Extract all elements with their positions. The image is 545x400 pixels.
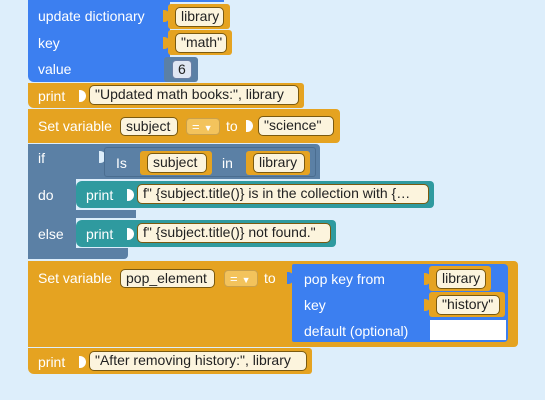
print-label: print: [86, 226, 114, 242]
print-label: print: [38, 88, 66, 104]
variable-name-field[interactable]: pop_element: [120, 269, 215, 288]
print-label: print: [38, 354, 66, 370]
subject-var-field[interactable]: subject: [147, 153, 207, 173]
operator-dropdown[interactable]: = ▼: [186, 118, 220, 135]
number-field[interactable]: 6: [172, 60, 192, 79]
chevron-down-icon: ▼: [241, 275, 251, 285]
set-variable-label: Set variable: [38, 270, 112, 286]
value-text-field[interactable]: "science": [258, 116, 334, 136]
to-label: to: [264, 270, 276, 286]
block-top-edge: [28, 0, 224, 2]
value-label: value: [38, 61, 72, 77]
else-label: else: [38, 226, 64, 242]
empty-input-slot[interactable]: [426, 320, 506, 340]
default-label: default (optional): [304, 323, 409, 339]
if-else-bottom: [28, 248, 128, 259]
key-text-field[interactable]: "math": [175, 33, 227, 53]
dict-var-field[interactable]: library: [175, 7, 224, 27]
collection-var-field[interactable]: library: [253, 153, 305, 173]
operator-value: =: [230, 271, 238, 286]
pop-key-label: pop key from: [304, 271, 385, 287]
to-label: to: [226, 118, 238, 134]
update-dictionary-label: update dictionary: [38, 8, 145, 24]
operator-value: =: [192, 119, 200, 134]
operator-dropdown[interactable]: = ▼: [224, 270, 258, 287]
print-text-field[interactable]: "Updated math books:", library: [89, 85, 299, 105]
key-label: key: [304, 297, 326, 313]
print-text-field[interactable]: "After removing history:", library: [89, 351, 307, 371]
key-label: key: [38, 35, 60, 51]
do-print-text-field[interactable]: f" {subject.title()} is in the collectio…: [137, 184, 429, 204]
else-print-text-field[interactable]: f" {subject.title()} not found.": [137, 223, 331, 243]
in-label: in: [222, 155, 233, 171]
set-variable-label: Set variable: [38, 118, 112, 134]
dict-var-field[interactable]: library: [436, 269, 486, 289]
do-else-divider: [76, 210, 136, 218]
if-label: if: [38, 150, 45, 166]
key-text-field[interactable]: "history": [436, 295, 500, 315]
do-label: do: [38, 187, 54, 203]
chevron-down-icon: ▼: [203, 123, 213, 133]
is-label: Is: [116, 155, 127, 171]
variable-name-field[interactable]: subject: [120, 117, 178, 136]
print-label: print: [86, 187, 114, 203]
